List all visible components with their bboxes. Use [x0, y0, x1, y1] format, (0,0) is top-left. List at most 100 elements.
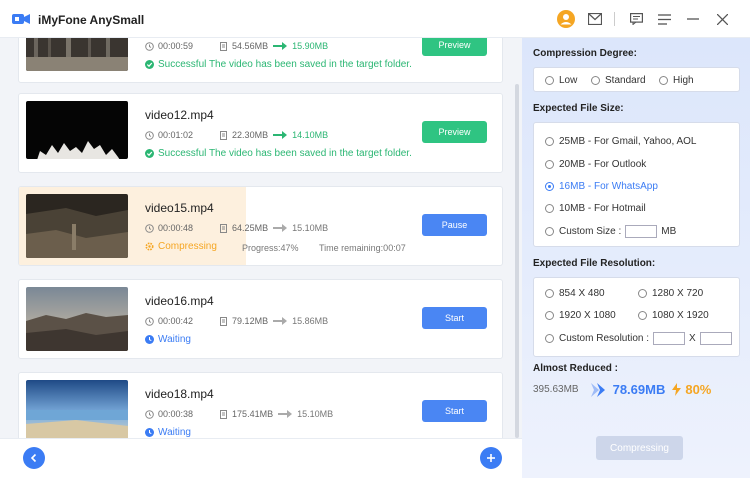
original-size: 79.12MB	[232, 316, 269, 326]
almost-reduced-title: Almost Reduced :	[533, 363, 619, 374]
feedback-icon[interactable]	[626, 9, 646, 29]
video-thumbnail	[26, 380, 128, 438]
video-list[interactable]: 00:00:59 54.56MB 15.90MB Successful The …	[0, 38, 522, 438]
bottom-bar	[0, 438, 522, 478]
video-item: video15.mp4 00:00:48 64.25MB 15.10MB Com…	[18, 186, 503, 266]
size-20mb-radio[interactable]: 20MB - For Outlook	[545, 159, 646, 170]
file-icon	[220, 223, 228, 233]
compressed-size: 15.10MB	[297, 409, 334, 419]
settings-panel: Compression Degree: Low Standard High Ex…	[522, 38, 750, 478]
reduction-percent: 80%	[685, 382, 712, 397]
video-meta: 00:00:38 175.41MB 15.10MB	[145, 409, 333, 419]
arrow-right-icon	[278, 410, 293, 418]
compressed-size: 15.90MB	[292, 41, 329, 51]
video-duration: 00:00:42	[158, 316, 194, 326]
clock-icon	[145, 409, 154, 419]
start-button[interactable]: Start	[422, 307, 487, 329]
compressed-size: 15.10MB	[292, 223, 329, 233]
size-25mb-radio[interactable]: 25MB - For Gmail, Yahoo, AOL	[545, 136, 696, 147]
clock-icon	[145, 335, 154, 344]
add-video-button[interactable]	[480, 447, 502, 469]
chevron-left-icon	[30, 453, 37, 463]
compressed-size: 15.86MB	[292, 316, 329, 326]
video-filename: video12.mp4	[145, 108, 214, 122]
res-1280-radio[interactable]: 1280 X 720	[638, 288, 703, 299]
video-item: 00:00:59 54.56MB 15.90MB Successful The …	[18, 38, 503, 83]
video-thumbnail	[26, 38, 128, 71]
video-duration: 00:00:59	[158, 41, 194, 51]
file-icon	[220, 130, 228, 140]
toolbar-divider	[614, 12, 615, 26]
file-icon	[220, 41, 228, 51]
status-text: Waiting	[145, 334, 191, 345]
check-circle-icon	[145, 60, 154, 69]
original-size: 54.56MB	[232, 41, 269, 51]
video-item: video16.mp4 00:00:42 79.12MB 15.86MB Wai…	[18, 279, 503, 359]
size-custom-radio[interactable]: Custom Size : MB	[545, 225, 676, 238]
preview-button[interactable]: Preview	[422, 38, 487, 56]
back-button[interactable]	[23, 447, 45, 469]
compressed-size: 14.10MB	[292, 130, 329, 140]
file-icon	[220, 409, 228, 419]
original-size: 64.25MB	[232, 223, 269, 233]
title-bar: iMyFone AnySmall	[0, 0, 750, 38]
video-duration: 00:00:38	[158, 409, 194, 419]
video-filename: video18.mp4	[145, 387, 214, 401]
compression-degree-box: Low Standard High	[533, 67, 740, 92]
clock-icon	[145, 428, 154, 437]
arrow-right-icon	[273, 317, 288, 325]
expected-size-box: 25MB - For Gmail, Yahoo, AOL 20MB - For …	[533, 122, 740, 247]
clock-icon	[145, 316, 154, 326]
scrollbar[interactable]	[515, 84, 519, 438]
res-custom-radio[interactable]: Custom Resolution :X	[545, 332, 736, 345]
mail-icon[interactable]	[585, 9, 605, 29]
video-thumbnail	[26, 287, 128, 351]
status-text: Waiting	[145, 427, 191, 438]
custom-height-input[interactable]	[699, 332, 732, 345]
arrow-right-icon	[273, 224, 288, 232]
compress-button[interactable]: Compressing	[596, 436, 683, 460]
degree-high-radio[interactable]: High	[659, 75, 694, 86]
expected-resolution-box: 854 X 480 1280 X 720 1920 X 1080 1080 X …	[533, 277, 740, 357]
original-total-size: 395.63MB	[533, 384, 579, 395]
video-thumbnail	[26, 101, 128, 159]
arrow-right-icon	[273, 131, 288, 139]
start-button[interactable]: Start	[422, 400, 487, 422]
gear-icon	[145, 242, 154, 251]
video-meta: 00:01:02 22.30MB 14.10MB	[145, 130, 328, 140]
custom-width-input[interactable]	[653, 332, 686, 345]
app-logo-icon	[12, 14, 30, 24]
close-icon[interactable]	[712, 9, 732, 29]
custom-size-input[interactable]	[625, 225, 658, 238]
pause-button[interactable]: Pause	[422, 214, 487, 236]
res-1920-radio[interactable]: 1920 X 1080	[545, 310, 616, 321]
preview-button[interactable]: Preview	[422, 121, 487, 143]
original-size: 22.30MB	[232, 130, 269, 140]
status-text: Successful The video has been saved in t…	[145, 59, 412, 70]
video-thumbnail	[26, 194, 128, 258]
progress-label: Progress:47%	[242, 243, 299, 253]
video-meta: 00:00:59 54.56MB 15.90MB	[145, 41, 328, 51]
app-title: iMyFone AnySmall	[38, 13, 145, 27]
status-text: Compressing	[145, 241, 217, 252]
double-chevron-right-icon	[590, 382, 605, 397]
video-filename: video15.mp4	[145, 201, 214, 215]
res-1080x1920-radio[interactable]: 1080 X 1920	[638, 310, 709, 321]
expected-resolution-title: Expected File Resolution:	[533, 258, 656, 269]
video-duration: 00:01:02	[158, 130, 194, 140]
account-icon[interactable]	[556, 9, 576, 29]
video-item: video18.mp4 00:00:38 175.41MB 15.10MB Wa…	[18, 372, 503, 438]
degree-standard-radio[interactable]: Standard	[591, 75, 646, 86]
video-item: video12.mp4 00:01:02 22.30MB 14.10MB Suc…	[18, 93, 503, 173]
time-remaining: Time remaining:00:07	[319, 243, 406, 253]
size-10mb-radio[interactable]: 10MB - For Hotmail	[545, 203, 646, 214]
video-meta: 00:00:48 64.25MB 15.10MB	[145, 223, 328, 233]
degree-low-radio[interactable]: Low	[545, 75, 577, 86]
menu-icon[interactable]	[654, 9, 674, 29]
clock-icon	[145, 130, 154, 140]
check-circle-icon	[145, 149, 154, 158]
lightning-icon	[672, 383, 682, 396]
res-854-radio[interactable]: 854 X 480	[545, 288, 605, 299]
size-16mb-radio[interactable]: 16MB - For WhatsApp	[545, 181, 658, 192]
minimize-icon[interactable]	[683, 9, 703, 29]
